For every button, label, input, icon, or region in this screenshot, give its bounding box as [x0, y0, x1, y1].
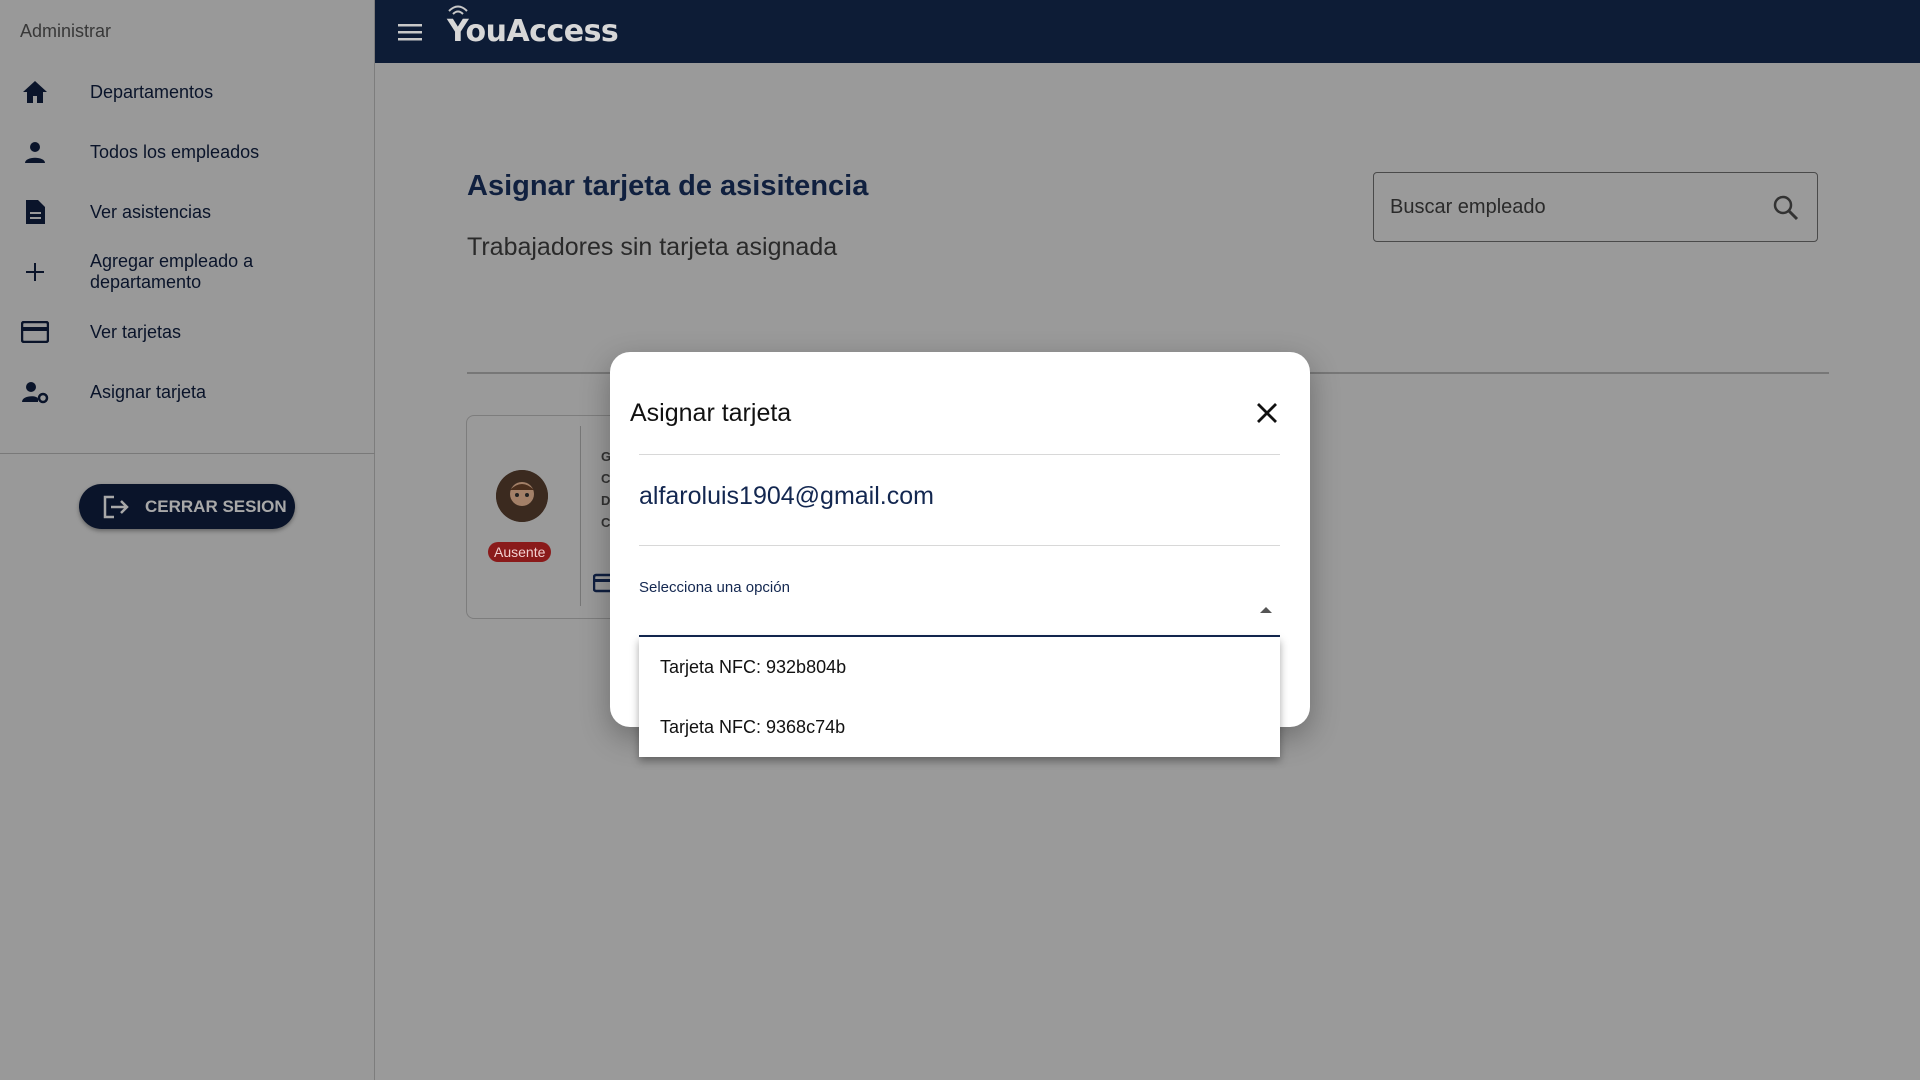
person-settings-icon	[20, 377, 50, 407]
brand-logo: YouAccess	[447, 5, 619, 49]
top-app-bar: YouAccess	[375, 0, 1920, 63]
hamburger-menu-icon[interactable]	[395, 17, 425, 47]
logout-label: CERRAR SESION	[145, 496, 287, 516]
close-icon[interactable]	[1252, 398, 1282, 428]
arrow-up-icon[interactable]	[1260, 607, 1272, 613]
avatar	[496, 470, 548, 522]
employee-email: alfaroluis1904@gmail.com	[639, 482, 934, 510]
dialog-divider	[639, 545, 1280, 546]
status-badge: Ausente	[488, 542, 552, 562]
sidebar-item-label: Agregar empleado a departamento	[90, 251, 254, 292]
sidebar-item-label: Departamentos	[90, 81, 214, 102]
sidebar-title: Administrar	[20, 20, 112, 41]
sidebar-item-label: Asignar tarjeta	[90, 381, 207, 402]
sidebar-item-label: Todos los empleados	[90, 141, 260, 162]
home-icon	[20, 77, 50, 107]
search-input[interactable]	[1390, 195, 1760, 219]
option-item[interactable]: Tarjeta NFC: 932b804b	[639, 637, 1280, 697]
option-item[interactable]: Tarjeta NFC: 9368c74b	[639, 697, 1280, 757]
sidebar-item-agregar-empleado[interactable]: Agregar empleado a departamento	[0, 242, 374, 302]
sidebar-item-departamentos[interactable]: Departamentos	[0, 62, 374, 122]
sidebar-divider	[0, 453, 375, 454]
sidebar-item-ver-tarjetas[interactable]: Ver tarjetas	[0, 302, 374, 362]
brand-name: YouAccess	[447, 14, 619, 49]
sidebar: Administrar Departamentos Todos los empl…	[0, 0, 375, 1080]
wifi-icon	[448, 5, 468, 15]
dialog-divider	[639, 454, 1280, 455]
card-divider	[580, 426, 581, 606]
logout-button[interactable]: CERRAR SESION	[79, 484, 295, 529]
search-field[interactable]	[1373, 172, 1818, 242]
sidebar-item-label: Ver tarjetas	[90, 321, 182, 342]
select-label: Selecciona una opción	[639, 579, 790, 596]
plus-icon	[20, 257, 50, 287]
search-icon[interactable]	[1771, 193, 1801, 223]
page-subtitle: Trabajadores sin tarjeta asignada	[467, 233, 838, 261]
logout-icon	[101, 492, 131, 522]
credit-card-icon	[20, 317, 50, 347]
document-icon	[20, 197, 50, 227]
sidebar-item-asignar-tarjeta[interactable]: Asignar tarjeta	[0, 362, 374, 422]
sidebar-item-ver-asistencias[interactable]: Ver asistencias	[0, 182, 374, 242]
card-select[interactable]: Selecciona una opción	[639, 567, 1280, 637]
page-title: Asignar tarjeta de asisitencia	[467, 170, 869, 202]
card-options-menu: Tarjeta NFC: 932b804b Tarjeta NFC: 9368c…	[639, 637, 1280, 757]
person-icon	[20, 137, 50, 167]
sidebar-item-todos-empleados[interactable]: Todos los empleados	[0, 122, 374, 182]
dialog-title: Asignar tarjeta	[630, 399, 792, 427]
sidebar-item-label: Ver asistencias	[90, 201, 212, 222]
